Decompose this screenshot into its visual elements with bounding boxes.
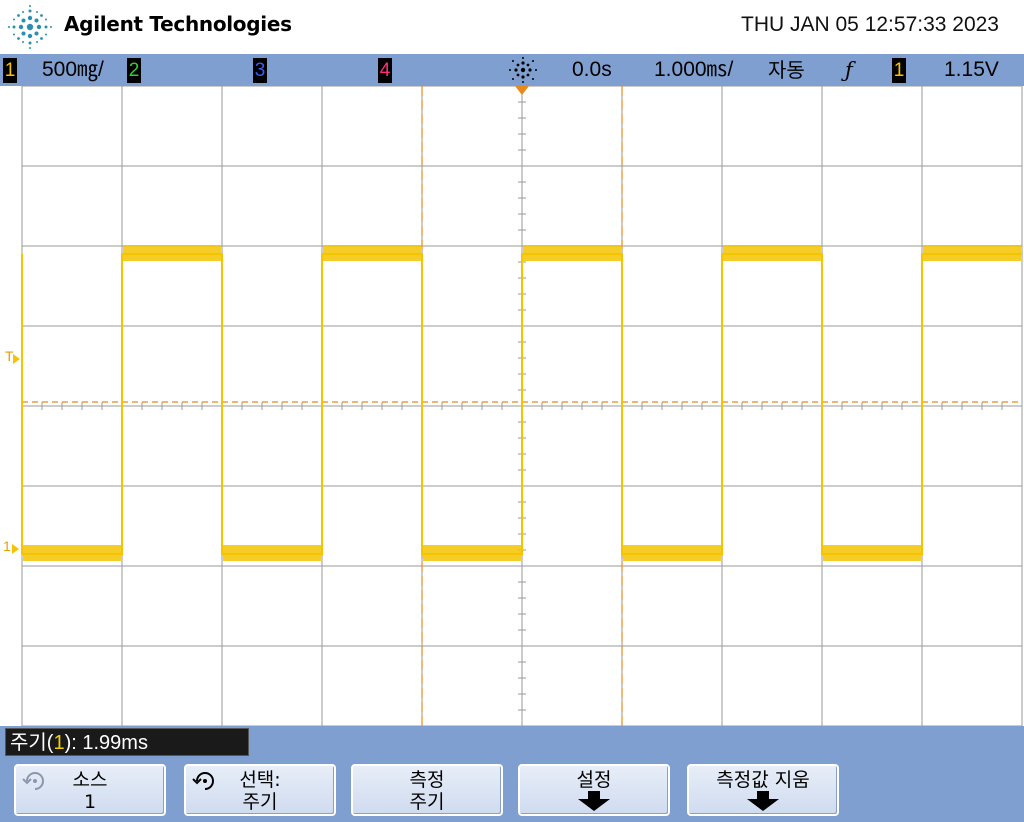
measurement-channel: 1 bbox=[53, 732, 65, 754]
ch1-noise-band bbox=[823, 545, 921, 561]
measure-softkey-label: 측정 bbox=[409, 769, 445, 791]
source-softkey[interactable]: 소스 1 bbox=[14, 764, 166, 816]
select-softkey[interactable]: 선택: 주기 bbox=[184, 764, 336, 816]
ch1-number: 1 bbox=[3, 58, 17, 83]
softkey-panel: 주기(1): 1.99ms 소스 1 선택: 주기 측정 주기 설정 측정값 지… bbox=[0, 726, 1024, 822]
trigger-level: 1.15V bbox=[944, 58, 999, 81]
ch2-number: 2 bbox=[127, 58, 141, 83]
graticule bbox=[21, 86, 1023, 726]
ground-marker-label: 1 bbox=[3, 538, 11, 554]
trigger-position-marker[interactable] bbox=[515, 86, 529, 95]
ch2-indicator[interactable]: 2 bbox=[127, 57, 141, 83]
source-softkey-label: 소스 bbox=[72, 769, 108, 791]
settings-softkey[interactable]: 설정 bbox=[518, 764, 670, 816]
ch1-noise-band bbox=[23, 545, 121, 561]
trigger-source: 1 bbox=[892, 58, 906, 83]
ch1-noise-band bbox=[523, 245, 621, 261]
settings-softkey-label: 설정 bbox=[576, 769, 612, 791]
time-scale: 1.000㎳/ bbox=[654, 58, 734, 81]
source-softkey-value: 1 bbox=[83, 791, 97, 813]
status-bar: 1 500㎎/ 2 3 4 0.0s 1.000㎳/ 자동 ƒ 1 1.15V bbox=[0, 54, 1024, 86]
ch1-ground-marker[interactable]: 1 bbox=[3, 538, 21, 562]
trigger-slope-icon: ƒ bbox=[845, 58, 853, 82]
clear-measurements-softkey[interactable]: 측정값 지움 bbox=[687, 764, 839, 816]
measure-period-softkey[interactable]: 측정 주기 bbox=[351, 764, 503, 816]
header: Agilent Technologies THU JAN 05 12:57:33… bbox=[0, 0, 1024, 54]
ch1-noise-band bbox=[623, 545, 721, 561]
measurement-prefix: 주기( bbox=[10, 732, 54, 754]
ch4-indicator[interactable]: 4 bbox=[378, 57, 392, 83]
date-time: THU JAN 05 12:57:33 2023 bbox=[741, 13, 999, 36]
trigger-mode: 자동 bbox=[768, 58, 805, 82]
select-softkey-label: 선택: bbox=[239, 769, 281, 791]
trigger-level-marker[interactable]: T bbox=[5, 348, 21, 370]
measure-softkey-value: 주기 bbox=[409, 791, 445, 813]
measurement-readout: 주기(1): 1.99ms bbox=[5, 728, 249, 756]
ch3-indicator[interactable]: 3 bbox=[253, 57, 267, 83]
waveform-display[interactable]: T 1 bbox=[0, 86, 1024, 726]
arrow-down-icon bbox=[578, 791, 610, 811]
trigger-source-indicator[interactable]: 1 bbox=[892, 57, 906, 83]
ch4-number: 4 bbox=[378, 58, 392, 83]
ch1-noise-band bbox=[323, 245, 421, 261]
ch1-noise-band bbox=[223, 545, 321, 561]
ch3-number: 3 bbox=[253, 58, 267, 83]
ch1-noise-band bbox=[923, 245, 1021, 261]
select-softkey-value: 주기 bbox=[242, 791, 278, 813]
time-delay: 0.0s bbox=[572, 58, 612, 81]
trigger-arrow-icon bbox=[13, 354, 20, 364]
ch1-scale: 500㎎/ bbox=[42, 58, 104, 81]
ch1-indicator[interactable]: 1 bbox=[3, 57, 17, 83]
ch1-noise-band bbox=[723, 245, 821, 261]
ch1-noise-band bbox=[123, 245, 221, 261]
ch1-noise-band bbox=[423, 545, 521, 561]
run-status-icon bbox=[509, 57, 537, 83]
brand-name: Agilent Technologies bbox=[64, 12, 292, 36]
arrow-down-icon bbox=[747, 791, 779, 811]
clear-softkey-label: 측정값 지움 bbox=[716, 769, 810, 791]
agilent-logo-icon bbox=[8, 5, 52, 49]
measurement-value: ): 1.99ms bbox=[64, 732, 148, 754]
ground-arrow-icon bbox=[12, 544, 19, 554]
